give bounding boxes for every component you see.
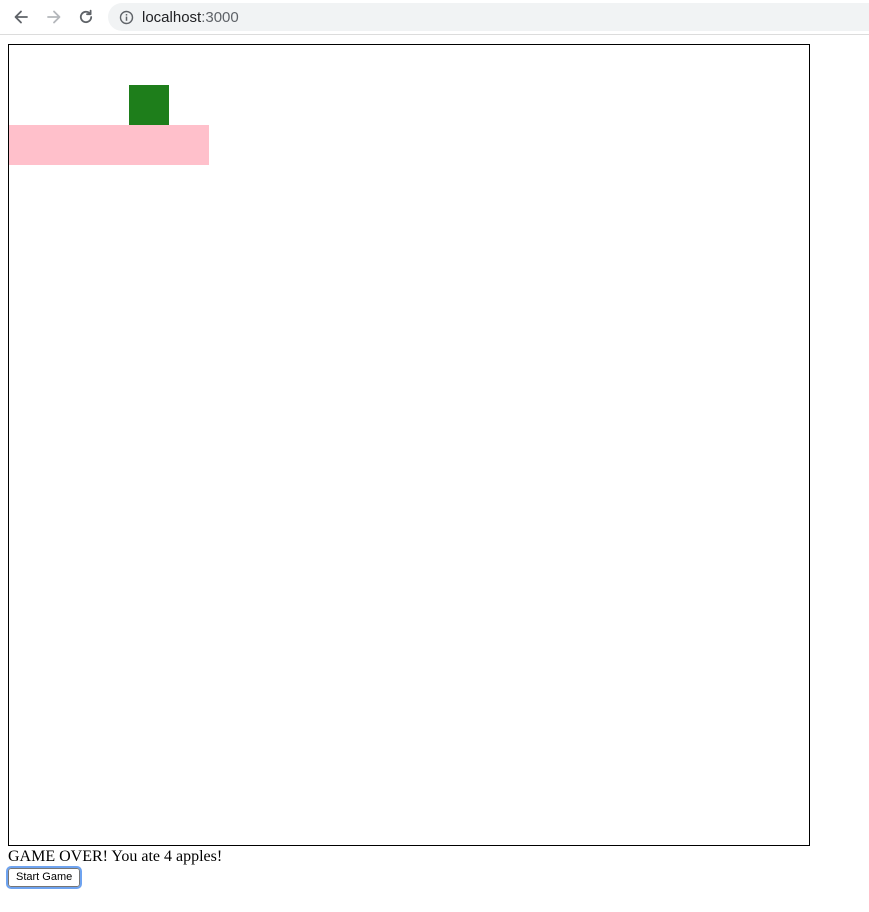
- snake-segment: [129, 125, 169, 165]
- snake-segment: [169, 125, 209, 165]
- info-icon[interactable]: [118, 9, 134, 25]
- game-status-message: GAME OVER! You ate 4 apples!: [8, 848, 223, 865]
- apple: [129, 85, 169, 125]
- arrow-left-icon: [12, 8, 30, 26]
- browser-toolbar: localhost:3000: [0, 0, 869, 35]
- snake-segment: [89, 125, 129, 165]
- back-button[interactable]: [9, 5, 33, 29]
- address-bar[interactable]: localhost:3000: [108, 3, 869, 31]
- start-game-button[interactable]: Start Game: [5, 866, 83, 889]
- arrow-right-icon: [45, 8, 63, 26]
- snake-segment: [49, 125, 89, 165]
- reload-icon: [77, 8, 95, 26]
- reload-button[interactable]: [74, 5, 98, 29]
- forward-button[interactable]: [42, 5, 66, 29]
- game-board[interactable]: [8, 44, 810, 846]
- url-host: localhost: [142, 8, 202, 26]
- snake-segment: [9, 125, 49, 165]
- url-text: localhost:3000: [142, 9, 239, 26]
- url-port: :3000: [201, 8, 239, 26]
